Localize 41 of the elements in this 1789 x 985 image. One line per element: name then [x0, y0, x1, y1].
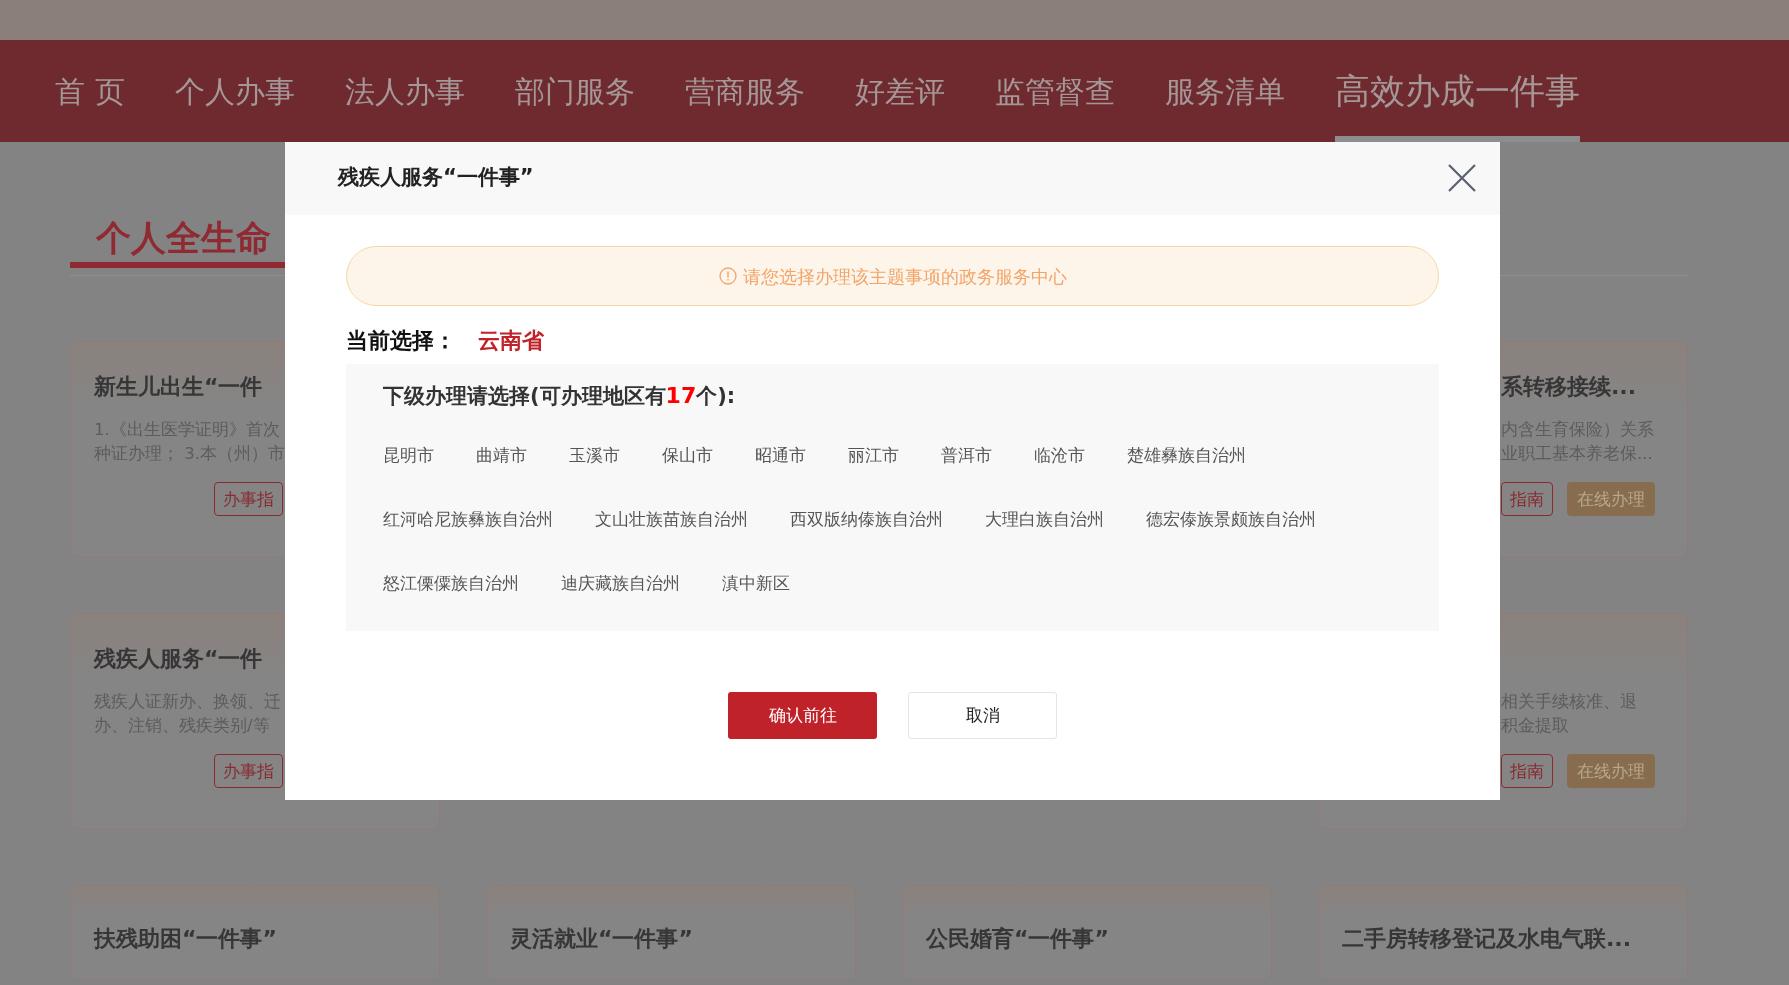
region-option[interactable]: 临沧市 — [1034, 443, 1085, 467]
card-title: 公民婚育“一件事” — [926, 925, 1109, 953]
region-heading: 下级办理请选择(可办理地区有17个): — [383, 384, 737, 408]
nav-tab[interactable]: 服务清单 — [1164, 40, 1285, 142]
card-title: 二手房转移登记及水电气联... — [1342, 925, 1632, 953]
current-selection-value: 云南省 — [478, 326, 544, 355]
info-icon — [718, 267, 737, 285]
region-option[interactable]: 保山市 — [662, 443, 713, 467]
region-option[interactable]: 文山壮族苗族自治州 — [595, 507, 748, 531]
nav-tab[interactable]: 好差评 — [854, 40, 945, 142]
region-option[interactable]: 丽江市 — [848, 443, 899, 467]
card-title: 扶残助困“一件事” — [94, 925, 277, 953]
region-option[interactable]: 怒江傈僳族自治州 — [383, 571, 519, 595]
region-option[interactable]: 楚雄彝族自治州 — [1127, 443, 1246, 467]
card-title: 残疾人服务“一件 — [94, 645, 263, 673]
nav-tab[interactable]: 营商服务 — [684, 40, 805, 142]
nav-tab[interactable]: 首 页 — [55, 40, 125, 142]
nav-tab[interactable]: 监管督查 — [994, 40, 1115, 142]
cancel-button[interactable]: 取消 — [908, 692, 1057, 739]
dialog-title: 残疾人服务“一件事” — [338, 164, 534, 192]
region-option[interactable]: 滇中新区 — [722, 571, 790, 595]
notice-text: 请您选择办理该主题事项的政务服务中心 — [742, 264, 1067, 289]
region-option[interactable]: 迪庆藏族自治州 — [561, 571, 680, 595]
close-icon[interactable] — [1446, 162, 1478, 194]
region-option[interactable]: 德宏傣族景颇族自治州 — [1146, 507, 1316, 531]
nav-tab[interactable]: 个人办事 — [174, 40, 295, 142]
confirm-button[interactable]: 确认前往 — [728, 692, 877, 739]
card-title: 灵活就业“一件事” — [510, 925, 693, 953]
region-option[interactable]: 昆明市 — [383, 443, 434, 467]
region-option[interactable]: 大理白族自治州 — [985, 507, 1104, 531]
card-title: 系转移接续... — [1501, 373, 1637, 401]
nav-tab[interactable]: 法人办事 — [344, 40, 465, 142]
current-selection-label: 当前选择： — [346, 326, 456, 355]
region-option[interactable]: 西双版纳傣族自治州 — [790, 507, 943, 531]
region-option[interactable]: 曲靖市 — [476, 443, 527, 467]
card-title: 新生儿出生“一件 — [94, 373, 263, 401]
region-option[interactable]: 红河哈尼族彝族自治州 — [383, 507, 553, 531]
region-option[interactable]: 玉溪市 — [569, 443, 620, 467]
region-option[interactable]: 普洱市 — [941, 443, 992, 467]
nav-tab[interactable]: 部门服务 — [514, 40, 635, 142]
region-option[interactable]: 昭通市 — [755, 443, 806, 467]
